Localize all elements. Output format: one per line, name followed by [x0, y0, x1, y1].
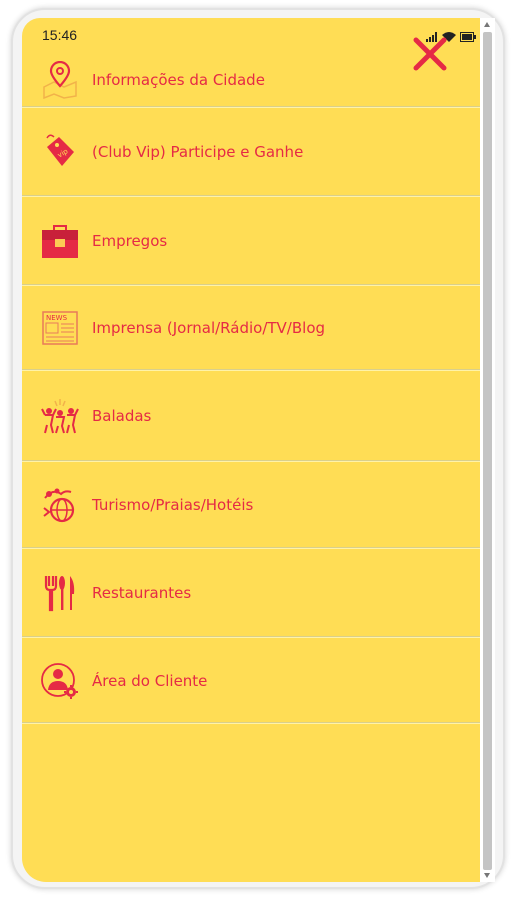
- scrollbar-thumb[interactable]: [483, 32, 492, 870]
- cutlery-icon: [40, 573, 80, 613]
- menu-item-press[interactable]: NEWS Imprensa (Jornal/Rádio/TV/Blog: [22, 286, 480, 370]
- map-pin-icon: [40, 60, 80, 100]
- scroll-up-arrow-icon[interactable]: [484, 22, 490, 27]
- vip-tag-icon: vip: [40, 132, 80, 172]
- menu-item-label: Restaurantes: [92, 584, 192, 602]
- close-button[interactable]: [412, 36, 448, 72]
- svg-text:NEWS: NEWS: [46, 314, 68, 322]
- menu-screen: 15:46 Informações da Cidade vip (Club Vi…: [22, 18, 480, 882]
- client-user-gear-icon: [40, 661, 80, 701]
- menu-item-jobs[interactable]: Empregos: [22, 197, 480, 285]
- menu-item-label: Turismo/Praias/Hotéis: [92, 496, 254, 514]
- menu-item-label: (Club Vip) Participe e Ganhe: [92, 143, 304, 161]
- menu-item-label: Baladas: [92, 407, 152, 425]
- menu-item-label: Informações da Cidade: [92, 71, 265, 89]
- menu-item-label: Imprensa (Jornal/Rádio/TV/Blog: [92, 319, 326, 337]
- menu-item-label: Área do Cliente: [92, 672, 208, 690]
- divider: [22, 722, 480, 724]
- tourism-globe-icon: [40, 485, 80, 525]
- menu-item-label: Empregos: [92, 232, 168, 250]
- party-people-icon: [40, 396, 80, 436]
- menu-item-tourism[interactable]: Turismo/Praias/Hotéis: [22, 462, 480, 548]
- close-x-icon: [413, 37, 447, 71]
- menu-item-club-vip[interactable]: vip (Club Vip) Participe e Ganhe: [22, 108, 480, 196]
- scroll-down-arrow-icon[interactable]: [484, 873, 490, 878]
- menu-item-restaurants[interactable]: Restaurantes: [22, 549, 480, 637]
- briefcase-icon: [40, 221, 80, 261]
- menu-item-client-area[interactable]: Área do Cliente: [22, 638, 480, 724]
- scrollbar[interactable]: [480, 18, 495, 882]
- newspaper-icon: NEWS: [40, 308, 80, 348]
- menu-item-parties[interactable]: Baladas: [22, 371, 480, 461]
